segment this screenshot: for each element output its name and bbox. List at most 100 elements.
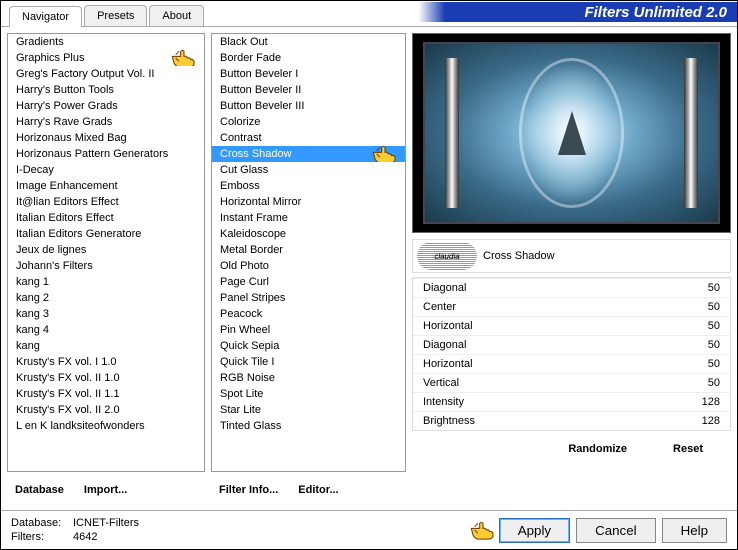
param-row[interactable]: Horizontal50 <box>413 316 730 335</box>
param-value: 50 <box>708 282 720 294</box>
title-bar: Filters Unlimited 2.0 <box>206 2 737 22</box>
param-value: 50 <box>708 377 720 389</box>
list-item[interactable]: Greg's Factory Output Vol. II <box>8 66 204 82</box>
param-label: Horizontal <box>423 320 473 332</box>
category-column: GradientsGraphics PlusGreg's Factory Out… <box>7 33 205 504</box>
param-row[interactable]: Vertical 50 <box>413 373 730 392</box>
list-item[interactable]: Gradients <box>8 34 204 50</box>
list-item[interactable]: Instant Frame <box>212 210 405 226</box>
list-item[interactable]: Graphics Plus <box>8 50 204 66</box>
list-item[interactable]: Horizonaus Mixed Bag <box>8 130 204 146</box>
list-item[interactable]: It@lian Editors Effect <box>8 194 204 210</box>
param-label: Diagonal <box>423 339 466 351</box>
list-item[interactable]: I-Decay <box>8 162 204 178</box>
author-badge: claudia <box>417 242 477 270</box>
list-item[interactable]: Quick Tile I <box>212 354 405 370</box>
list-item[interactable]: Star Lite <box>212 402 405 418</box>
help-button[interactable]: Help <box>662 518 727 543</box>
list-item[interactable]: Page Curl <box>212 274 405 290</box>
eiffel-icon <box>558 111 586 155</box>
list-item[interactable]: Button Beveler III <box>212 98 405 114</box>
tab-navigator[interactable]: Navigator <box>9 6 82 27</box>
list-item[interactable]: kang 3 <box>8 306 204 322</box>
preview-image <box>412 33 731 233</box>
list-item[interactable]: Krusty's FX vol. II 2.0 <box>8 402 204 418</box>
param-label: Vertical <box>423 377 459 389</box>
list-item[interactable]: Kaleidoscope <box>212 226 405 242</box>
database-label: Database: <box>11 517 67 529</box>
param-row[interactable]: Diagonal 50 <box>413 278 730 297</box>
param-row[interactable]: Center 50 <box>413 297 730 316</box>
list-item[interactable]: Quick Sepia <box>212 338 405 354</box>
list-item[interactable]: RGB Noise <box>212 370 405 386</box>
tab-about[interactable]: About <box>149 5 204 26</box>
list-item[interactable]: Panel Stripes <box>212 290 405 306</box>
param-value: 128 <box>702 396 720 408</box>
list-item[interactable]: Border Fade <box>212 50 405 66</box>
list-item[interactable]: Peacock <box>212 306 405 322</box>
list-item[interactable]: Krusty's FX vol. II 1.1 <box>8 386 204 402</box>
filter-column: Black OutBorder FadeButton Beveler IButt… <box>211 33 406 504</box>
list-item[interactable]: Contrast <box>212 130 405 146</box>
filter-list[interactable]: Black OutBorder FadeButton Beveler IButt… <box>212 34 405 471</box>
list-item[interactable]: Krusty's FX vol. I 1.0 <box>8 354 204 370</box>
list-item[interactable]: Old Photo <box>212 258 405 274</box>
param-row[interactable]: Horizontal 50 <box>413 354 730 373</box>
list-item[interactable]: kang <box>8 338 204 354</box>
list-item[interactable]: kang 1 <box>8 274 204 290</box>
main-content: GradientsGraphics PlusGreg's Factory Out… <box>1 27 737 510</box>
list-item[interactable]: Black Out <box>212 34 405 50</box>
preview-column: claudia Cross Shadow Diagonal50Center50H… <box>412 33 731 504</box>
list-item[interactable]: Jeux de lignes <box>8 242 204 258</box>
list-item[interactable]: Spot Lite <box>212 386 405 402</box>
param-value: 50 <box>708 301 720 313</box>
selected-filter-name: Cross Shadow <box>483 250 555 262</box>
list-item[interactable]: Horizontal Mirror <box>212 194 405 210</box>
cancel-button[interactable]: Cancel <box>576 518 656 543</box>
param-row[interactable]: Brightness128 <box>413 411 730 430</box>
tab-presets[interactable]: Presets <box>84 5 147 26</box>
param-label: Diagonal <box>423 282 466 294</box>
editor-button[interactable]: Editor... <box>290 480 346 500</box>
list-item[interactable]: Italian Editors Effect <box>8 210 204 226</box>
param-value: 128 <box>702 415 720 427</box>
list-item[interactable]: Cross Shadow <box>212 146 405 162</box>
list-item[interactable]: Harry's Power Grads <box>8 98 204 114</box>
list-item[interactable]: Horizonaus Pattern Generators <box>8 146 204 162</box>
list-item[interactable]: Cut Glass <box>212 162 405 178</box>
list-item[interactable]: Colorize <box>212 114 405 130</box>
pointer-icon <box>371 146 399 162</box>
filter-info-button[interactable]: Filter Info... <box>211 480 286 500</box>
list-item[interactable]: Harry's Rave Grads <box>8 114 204 130</box>
reset-button[interactable]: Reset <box>665 439 711 459</box>
param-label: Horizontal <box>423 358 473 370</box>
list-item[interactable]: Italian Editors Generatore <box>8 226 204 242</box>
category-list[interactable]: GradientsGraphics PlusGreg's Factory Out… <box>8 34 204 471</box>
database-button[interactable]: Database <box>7 480 72 500</box>
param-value: 50 <box>708 358 720 370</box>
list-item[interactable]: Pin Wheel <box>212 322 405 338</box>
apply-button[interactable]: Apply <box>499 518 570 543</box>
list-item[interactable]: Krusty's FX vol. II 1.0 <box>8 370 204 386</box>
filters-value: 4642 <box>73 531 97 543</box>
list-item[interactable]: Button Beveler II <box>212 82 405 98</box>
param-label: Center <box>423 301 456 313</box>
list-item[interactable]: kang 4 <box>8 322 204 338</box>
list-item[interactable]: Metal Border <box>212 242 405 258</box>
param-label: Intensity <box>423 396 464 408</box>
list-item[interactable]: kang 2 <box>8 290 204 306</box>
list-item[interactable]: Tinted Glass <box>212 418 405 434</box>
parameter-list: Diagonal50Center50Horizontal50Diagonal50… <box>412 277 731 431</box>
list-item[interactable]: Harry's Button Tools <box>8 82 204 98</box>
randomize-button[interactable]: Randomize <box>560 439 635 459</box>
list-item[interactable]: Image Enhancement <box>8 178 204 194</box>
list-item[interactable]: Emboss <box>212 178 405 194</box>
list-item[interactable]: L en K landksiteofwonders <box>8 418 204 434</box>
import-button[interactable]: Import... <box>76 480 135 500</box>
param-row[interactable]: Intensity 128 <box>413 392 730 411</box>
list-item[interactable]: Button Beveler I <box>212 66 405 82</box>
param-value: 50 <box>708 339 720 351</box>
param-row[interactable]: Diagonal 50 <box>413 335 730 354</box>
list-item[interactable]: Johann's Filters <box>8 258 204 274</box>
tabs: Navigator Presets About <box>9 5 206 26</box>
